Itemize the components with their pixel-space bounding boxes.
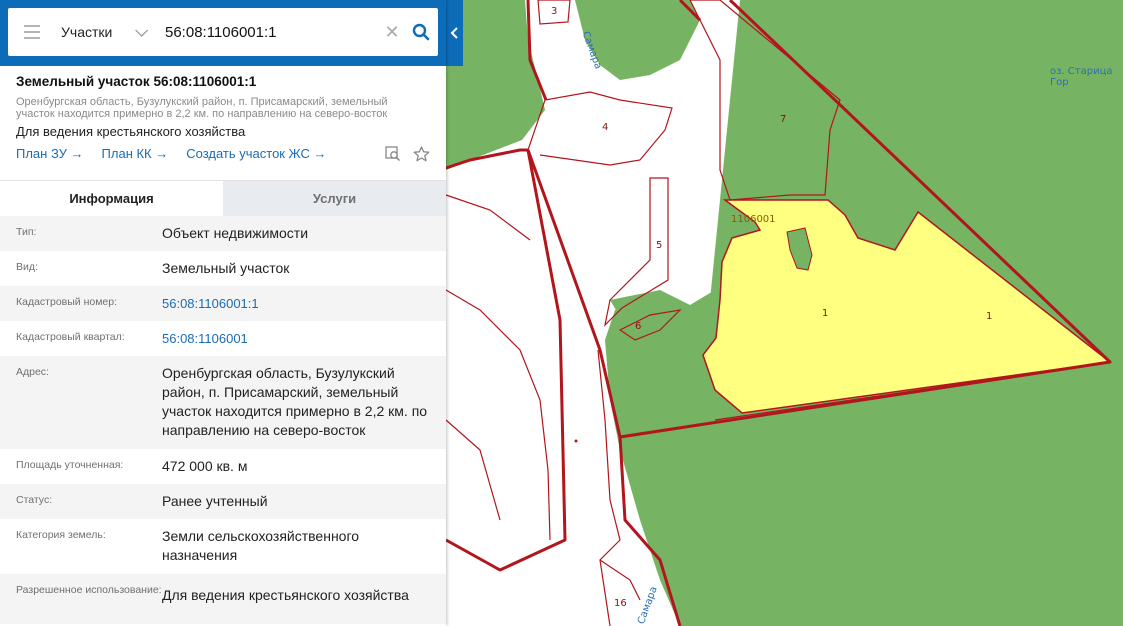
info-row-permitted-use: Разрешенное использование: Для ведения к…: [0, 574, 446, 624]
parcel-label-4: 4: [602, 122, 609, 133]
info-value: Объект недвижимости: [162, 225, 309, 241]
parcel-label-6: 6: [635, 321, 642, 332]
quarter-label: 1106001: [731, 214, 776, 225]
parcel-label-1a: 1: [822, 308, 829, 319]
search-category-select[interactable]: Участки: [56, 8, 161, 56]
info-label: Разрешенное использование:: [16, 584, 162, 596]
info-value: Оренбургская область, Бузулукский район,…: [162, 365, 428, 438]
clear-icon[interactable]: ✕: [380, 8, 404, 56]
info-value: Для ведения крестьянского хозяйства: [162, 587, 409, 603]
info-value: Ранее учтенный: [162, 493, 268, 509]
info-row-land-category: Категория земель: Земли сельскохозяйстве…: [0, 519, 446, 574]
tab-services[interactable]: Услуги: [223, 181, 446, 216]
panel-tabs: Информация Услуги: [0, 180, 446, 216]
info-table: Тип: Объект недвижимости Вид: Земельный …: [0, 216, 446, 624]
tab-information[interactable]: Информация: [0, 181, 223, 216]
info-value: Земли сельскохозяйственного назначения: [162, 528, 360, 563]
search-category-label: Участки: [61, 24, 113, 40]
zoom-plan-icon[interactable]: [385, 146, 401, 162]
chevron-down-icon: [135, 23, 149, 37]
parcel-label-5: 5: [656, 240, 663, 251]
info-value: Земельный участок: [162, 260, 290, 276]
info-row-cadastral-quarter: Кадастровый квартал: 56:08:1106001: [0, 321, 446, 356]
parcel-header: Земельный участок 56:08:1106001:1 Оренбу…: [0, 66, 446, 180]
cadastral-number-link[interactable]: 56:08:1106001:1: [162, 286, 430, 321]
info-row-status: Статус: Ранее учтенный: [0, 484, 446, 519]
parcel-label-3: 3: [551, 6, 558, 17]
info-panel: Участки ✕ Земельный участок 56:08:110600…: [0, 0, 446, 626]
info-label: Категория земель:: [16, 529, 106, 541]
parcel-address: Оренбургская область, Бузулукский район,…: [16, 96, 388, 120]
info-label: Адрес:: [16, 366, 49, 378]
search-box: Участки ✕: [8, 8, 438, 56]
info-row-cadastral-number: Кадастровый номер: 56:08:1106001:1: [0, 286, 446, 321]
create-parcel-link[interactable]: Создать участок ЖС →: [186, 146, 326, 162]
info-label: Кадастровый квартал:: [16, 331, 125, 343]
cadastral-quarter-link[interactable]: 56:08:1106001: [162, 321, 430, 356]
parcel-links: План ЗУ → План КК → Создать участок ЖС →: [16, 146, 430, 162]
info-label: Площадь уточненная:: [16, 459, 124, 471]
app-root: 3 4 7 5 6 1 1 16 1106001 Самара Самара о…: [0, 0, 1123, 626]
parcel-use: Для ведения крестьянского хозяйства: [16, 124, 246, 139]
info-value: 472 000 кв. м: [162, 458, 248, 474]
info-label: Статус:: [16, 494, 53, 506]
info-row-address: Адрес: Оренбургская область, Бузулукский…: [0, 356, 446, 449]
parcel-title: Земельный участок 56:08:1106001:1: [16, 74, 257, 89]
parcel-label-16: 16: [614, 598, 627, 609]
parcel-label-7: 7: [780, 114, 787, 125]
info-row-area: Площадь уточненная: 472 000 кв. м: [0, 449, 446, 484]
info-label: Кадастровый номер:: [16, 296, 118, 308]
chevron-left-icon: [450, 27, 458, 39]
info-label: Вид:: [16, 261, 38, 273]
info-label: Тип:: [16, 226, 37, 238]
plan-kk-link[interactable]: План КК →: [102, 146, 169, 162]
info-row-type: Тип: Объект недвижимости: [0, 216, 446, 251]
search-icon[interactable]: [404, 8, 438, 56]
parcel-label-1b: 1: [986, 311, 993, 322]
search-bar: Участки ✕: [0, 0, 446, 66]
lake-label: оз. Старица Гор: [1050, 66, 1113, 88]
search-input[interactable]: [161, 8, 380, 56]
menu-icon[interactable]: [8, 8, 56, 56]
collapse-panel-button[interactable]: [446, 0, 463, 66]
star-icon[interactable]: [413, 146, 430, 162]
info-row-kind: Вид: Земельный участок: [0, 251, 446, 286]
plan-zu-link[interactable]: План ЗУ →: [16, 146, 84, 162]
